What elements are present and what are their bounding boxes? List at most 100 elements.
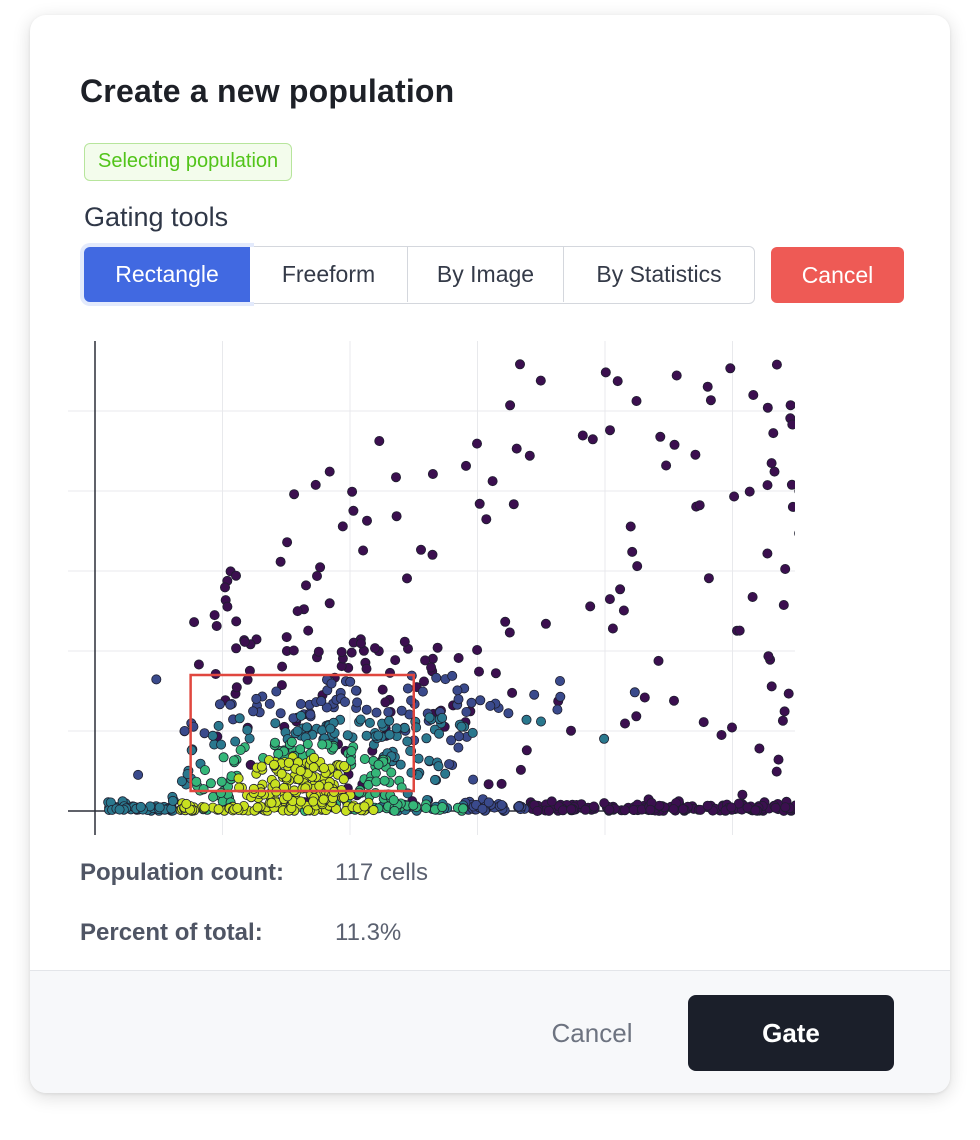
data-point [199,765,210,776]
data-point [514,359,525,370]
data-point [384,715,395,726]
data-point [797,507,798,516]
data-point [364,717,375,728]
data-point [318,763,329,774]
data-point [361,730,372,741]
data-point [396,705,407,716]
data-point [386,767,397,778]
data-point [543,805,554,816]
data-point [600,367,611,378]
data-point [655,431,666,442]
data-point [587,434,598,445]
data-point [211,620,222,631]
data-point [671,370,682,381]
data-point [468,774,479,785]
data-point [199,802,210,813]
data-point [780,563,791,574]
tool-by-statistics[interactable]: By Statistics [564,247,754,302]
data-point [421,733,432,744]
dialog-title: Create a new population [80,73,455,109]
cancel-button[interactable]: Cancel [520,1008,664,1058]
data-point [453,742,464,753]
data-point [669,695,680,706]
data-point [780,802,791,813]
data-point [535,375,546,386]
cancel-tool-button[interactable]: Cancel [771,247,904,303]
data-point [179,725,190,736]
data-point [552,704,563,715]
data-point [358,545,369,556]
data-point [324,466,335,477]
data-point [325,723,336,734]
data-point [232,802,243,813]
data-point [607,623,618,634]
data-point [461,706,472,717]
tool-freeform[interactable]: Freeform [250,247,408,302]
data-point [698,717,709,728]
data-point [317,739,328,750]
status-badge: Selecting population [84,143,293,181]
data-point [744,486,755,497]
data-point [151,674,162,685]
data-point [244,733,255,744]
data-point [231,616,242,627]
data-point [769,466,780,477]
data-point [504,627,515,638]
data-point [135,801,146,812]
data-point [727,722,738,733]
data-point [734,625,745,636]
data-point [402,736,413,747]
data-point [256,761,267,772]
percent-total-value: 11.3% [335,919,402,946]
gate-button[interactable]: Gate [688,995,894,1071]
scatter-plot[interactable] [68,325,798,835]
dialog-footer: Cancel Gate [30,970,950,1093]
data-point [515,764,526,775]
data-point [281,632,292,643]
data-point [690,449,701,460]
data-point [373,730,384,741]
data-point [475,695,486,706]
tool-by-image[interactable]: By Image [408,247,564,302]
data-point [205,778,216,789]
data-point [481,514,492,525]
data-point [472,644,483,655]
data-point [620,718,631,729]
data-point [275,556,286,567]
data-point [762,548,773,559]
data-point [779,706,790,717]
data-point [408,800,419,811]
data-point [483,779,494,790]
data-point [346,746,357,757]
data-point [577,430,588,441]
data-point [207,730,218,741]
data-point [786,479,795,490]
data-point [513,801,524,812]
data-point [234,713,245,724]
data-point [271,686,282,697]
data-point [432,642,443,653]
data-point [303,625,314,636]
data-point [639,692,650,703]
data-point [292,726,303,737]
data-point [191,776,202,787]
data-point [783,688,794,699]
data-point [521,714,532,725]
data-point [555,691,566,702]
data-point [270,718,281,729]
data-point [599,733,610,744]
tool-rectangle[interactable]: Rectangle [84,247,250,302]
data-point [694,500,705,511]
data-point [566,804,577,815]
data-point [487,476,498,487]
data-point [773,754,784,765]
data-point [346,647,357,658]
data-point [766,681,777,692]
data-point [763,651,774,662]
data-point [529,689,540,700]
data-point [669,439,680,450]
data-point [252,802,263,813]
data-point [437,802,448,813]
population-stats: Population count: 117 cells Percent of t… [80,843,428,963]
data-point [154,802,165,813]
